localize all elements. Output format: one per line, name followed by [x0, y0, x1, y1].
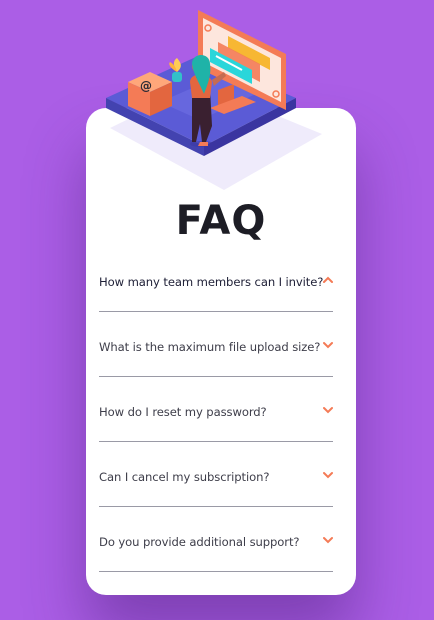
chevron-down-icon[interactable]: [323, 341, 333, 349]
faq-item[interactable]: Do you provide additional support?: [99, 523, 333, 588]
faq-page: { "faq": { "title": "FAQ", "items": [ { …: [0, 0, 434, 620]
page-title: FAQ: [175, 198, 267, 244]
divider: [99, 441, 333, 442]
faq-question[interactable]: Can I cancel my subscription?: [99, 470, 269, 484]
faq-item[interactable]: Can I cancel my subscription?: [99, 458, 333, 523]
faq-question[interactable]: What is the maximum file upload size?: [99, 340, 320, 354]
faq-question[interactable]: How do I reset my password?: [99, 405, 267, 419]
faq-question[interactable]: How many team members can I invite?: [99, 275, 323, 289]
faq-item[interactable]: What is the maximum file upload size?: [99, 328, 333, 393]
divider: [99, 311, 333, 312]
woman-online-illustration: @: [106, 10, 322, 190]
chevron-up-icon[interactable]: [323, 276, 333, 284]
chevron-down-icon[interactable]: [323, 471, 333, 479]
divider: [99, 376, 333, 377]
svg-text:@: @: [140, 79, 152, 93]
faq-question[interactable]: Do you provide additional support?: [99, 535, 300, 549]
faq-item[interactable]: How many team members can I invite?: [99, 263, 333, 328]
divider: [99, 571, 333, 572]
chevron-down-icon[interactable]: [323, 536, 333, 544]
chevron-down-icon[interactable]: [323, 406, 333, 414]
divider: [99, 506, 333, 507]
faq-item[interactable]: How do I reset my password?: [99, 393, 333, 458]
faq-list: How many team members can I invite? What…: [99, 263, 333, 588]
